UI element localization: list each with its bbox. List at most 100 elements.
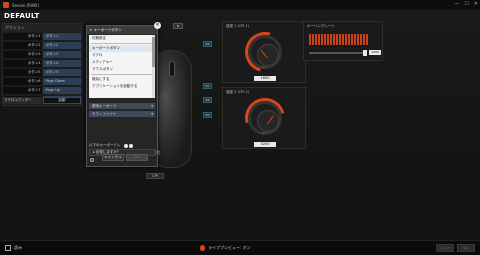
polling-rate-slider[interactable] <box>309 50 367 56</box>
ok-button[interactable]: OK <box>126 154 148 161</box>
action-row: ボタン7 Page Up <box>3 87 81 95</box>
title-bar: Sensei [RAW] — ☐ ✕ <box>0 0 480 10</box>
cpi2-gauge[interactable] <box>248 101 282 135</box>
menu-scrollbar[interactable] <box>152 35 155 98</box>
key-option-row: 以下のキーボードレ <box>89 143 133 148</box>
action-row-assignment[interactable]: ボタン2 <box>43 42 81 49</box>
polling-bar <box>312 34 314 46</box>
cpi2-value[interactable]: 3200 <box>254 142 276 147</box>
action-row: ボタン2 ボタン2 <box>3 42 81 50</box>
action-row: ボタン1 ボタン1 <box>3 33 81 41</box>
minimize-button[interactable]: — <box>454 1 459 7</box>
polling-bar <box>318 34 320 46</box>
polling-bar <box>363 34 365 45</box>
app-window: Sensei [RAW] — ☐ ✕ DEFAULT アクション ボタン1 ボタン… <box>0 0 480 255</box>
mouse-side-button-1[interactable]: B6 <box>203 41 212 47</box>
mouse-highlight <box>159 91 169 151</box>
cpi1-value[interactable]: 1600 <box>254 76 276 81</box>
cpi2-panel: 感度 2 (CPI 2) CPI 3200 <box>222 87 306 149</box>
action-row: ボタン3 ボタン3 <box>3 51 81 59</box>
menu-item-mouse[interactable]: マウスボタン <box>89 66 155 73</box>
action-row-button-label: ボタン7 <box>3 87 43 94</box>
revert-button[interactable]: 元に戻す <box>436 244 454 252</box>
key-indicator <box>123 143 133 148</box>
polling-bar <box>327 34 329 45</box>
polling-bar <box>345 34 347 45</box>
cpi2-unit: CPI <box>261 131 266 135</box>
polling-bar <box>330 34 332 46</box>
polling-bar <box>366 34 368 46</box>
menu-item-disable[interactable]: 無効にする <box>89 76 155 83</box>
menu-item-keyboard[interactable]: キーボードボタン <box>89 45 155 52</box>
action-row-assignment[interactable]: ボタン1 <box>43 33 81 40</box>
polling-bar <box>357 34 359 45</box>
menu-item-default[interactable]: 初期設定 <box>89 35 155 42</box>
macro-editor-launch-button[interactable]: 起動 <box>43 97 81 104</box>
action-row-assignment[interactable]: ボタン3 <box>43 51 81 58</box>
cpi-button-label[interactable]: CPI <box>146 173 164 179</box>
keyboard-field[interactable]: 親指キーボード ▾ <box>89 103 155 109</box>
action-row-button-label: ボタン4 <box>3 60 43 67</box>
radio-option[interactable] <box>90 158 94 162</box>
action-row-assignment[interactable]: Page Down <box>43 78 81 85</box>
action-row-button-label: ボタン6 <box>3 78 43 85</box>
scrollbar-thumb[interactable] <box>152 37 155 67</box>
close-window-button[interactable]: ✕ <box>474 1 478 7</box>
popup-title: キーボードボタン <box>93 28 122 32</box>
polling-rate-panel: ポーリングレート 1000 <box>303 21 383 61</box>
action-row-button-label: ボタン2 <box>3 42 43 49</box>
profile-name: DEFAULT <box>4 12 40 20</box>
action-row-assignment[interactable]: ボタン4 <box>43 60 81 67</box>
live-preview-icon <box>200 245 205 251</box>
macro-editor-label: マクロエディター <box>2 97 42 104</box>
cancel-button[interactable]: キャンセル <box>102 154 124 161</box>
help-icon[interactable]: ? <box>155 150 160 155</box>
polling-rate-value: 1000 <box>369 50 381 55</box>
polling-rate-title: ポーリングレート <box>307 24 335 28</box>
chevron-down-icon: ▾ <box>90 28 92 32</box>
keyboard-field-label: 親指キーボード <box>92 104 117 108</box>
mouse-top-button[interactable]: B <box>173 23 183 29</box>
macro-editor-row: マクロエディター 起動 <box>2 97 82 104</box>
polling-rate-graph <box>309 34 368 46</box>
mouse-side-button-2[interactable]: B7 <box>203 83 212 89</box>
menu-item-launch-app[interactable]: アプリケーションを起動する <box>89 83 155 90</box>
polling-bar <box>333 34 335 45</box>
popup-close-button[interactable]: ✕ <box>154 22 161 29</box>
library-button[interactable]: 読み <box>5 245 22 251</box>
polling-bar <box>336 34 338 46</box>
polling-rate-knob[interactable] <box>363 50 367 56</box>
key-option-label: 以下のキーボードレ <box>89 143 121 147</box>
menu-item-macro[interactable]: マクロ <box>89 52 155 59</box>
window-title: Sensei [RAW] <box>12 2 39 8</box>
save-button[interactable]: 保存 <box>457 244 475 252</box>
action-row-assignment[interactable]: Page Up <box>43 87 81 94</box>
live-preview-toggle[interactable]: ライブプレビュー: オン <box>200 245 251 251</box>
scroll-wheel[interactable] <box>169 61 175 77</box>
maximize-button[interactable]: ☐ <box>464 1 468 7</box>
app-logo-icon <box>3 2 9 8</box>
action-row-button-label: ボタン3 <box>3 51 43 58</box>
polling-bar <box>360 34 362 46</box>
polling-bar <box>354 34 356 46</box>
mouse-side-button-4[interactable]: B9 <box>203 112 212 118</box>
action-row-assignment[interactable]: ボタン5 <box>43 69 81 76</box>
mouse-side-button-3[interactable]: B8 <box>203 97 212 103</box>
action-row-button-label: ボタン1 <box>3 33 43 40</box>
polling-bar <box>342 34 344 46</box>
library-icon <box>5 245 11 251</box>
action-row: ボタン5 ボタン5 <box>3 69 81 77</box>
chevron-down-icon: ▾ <box>151 104 153 108</box>
modifier-field[interactable]: モディファイヤ ▾ <box>89 111 155 117</box>
cpi1-unit: CPI <box>261 65 266 69</box>
cpi1-panel: 感度 1 (CPI 1) CPI 1600 <box>222 21 306 83</box>
cpi1-gauge[interactable] <box>248 35 282 69</box>
polling-bar <box>351 34 353 45</box>
modifier-field-label: モディファイヤ <box>92 112 117 116</box>
popup-header: ▾ キーボードボタン <box>87 26 157 34</box>
menu-item-media[interactable]: メディアキー <box>89 59 155 66</box>
polling-bar <box>315 34 317 45</box>
live-preview-label: ライブプレビュー: オン <box>208 245 251 250</box>
cpi1-title: 感度 1 (CPI 1) <box>226 24 250 28</box>
actions-header: アクション <box>3 24 81 32</box>
